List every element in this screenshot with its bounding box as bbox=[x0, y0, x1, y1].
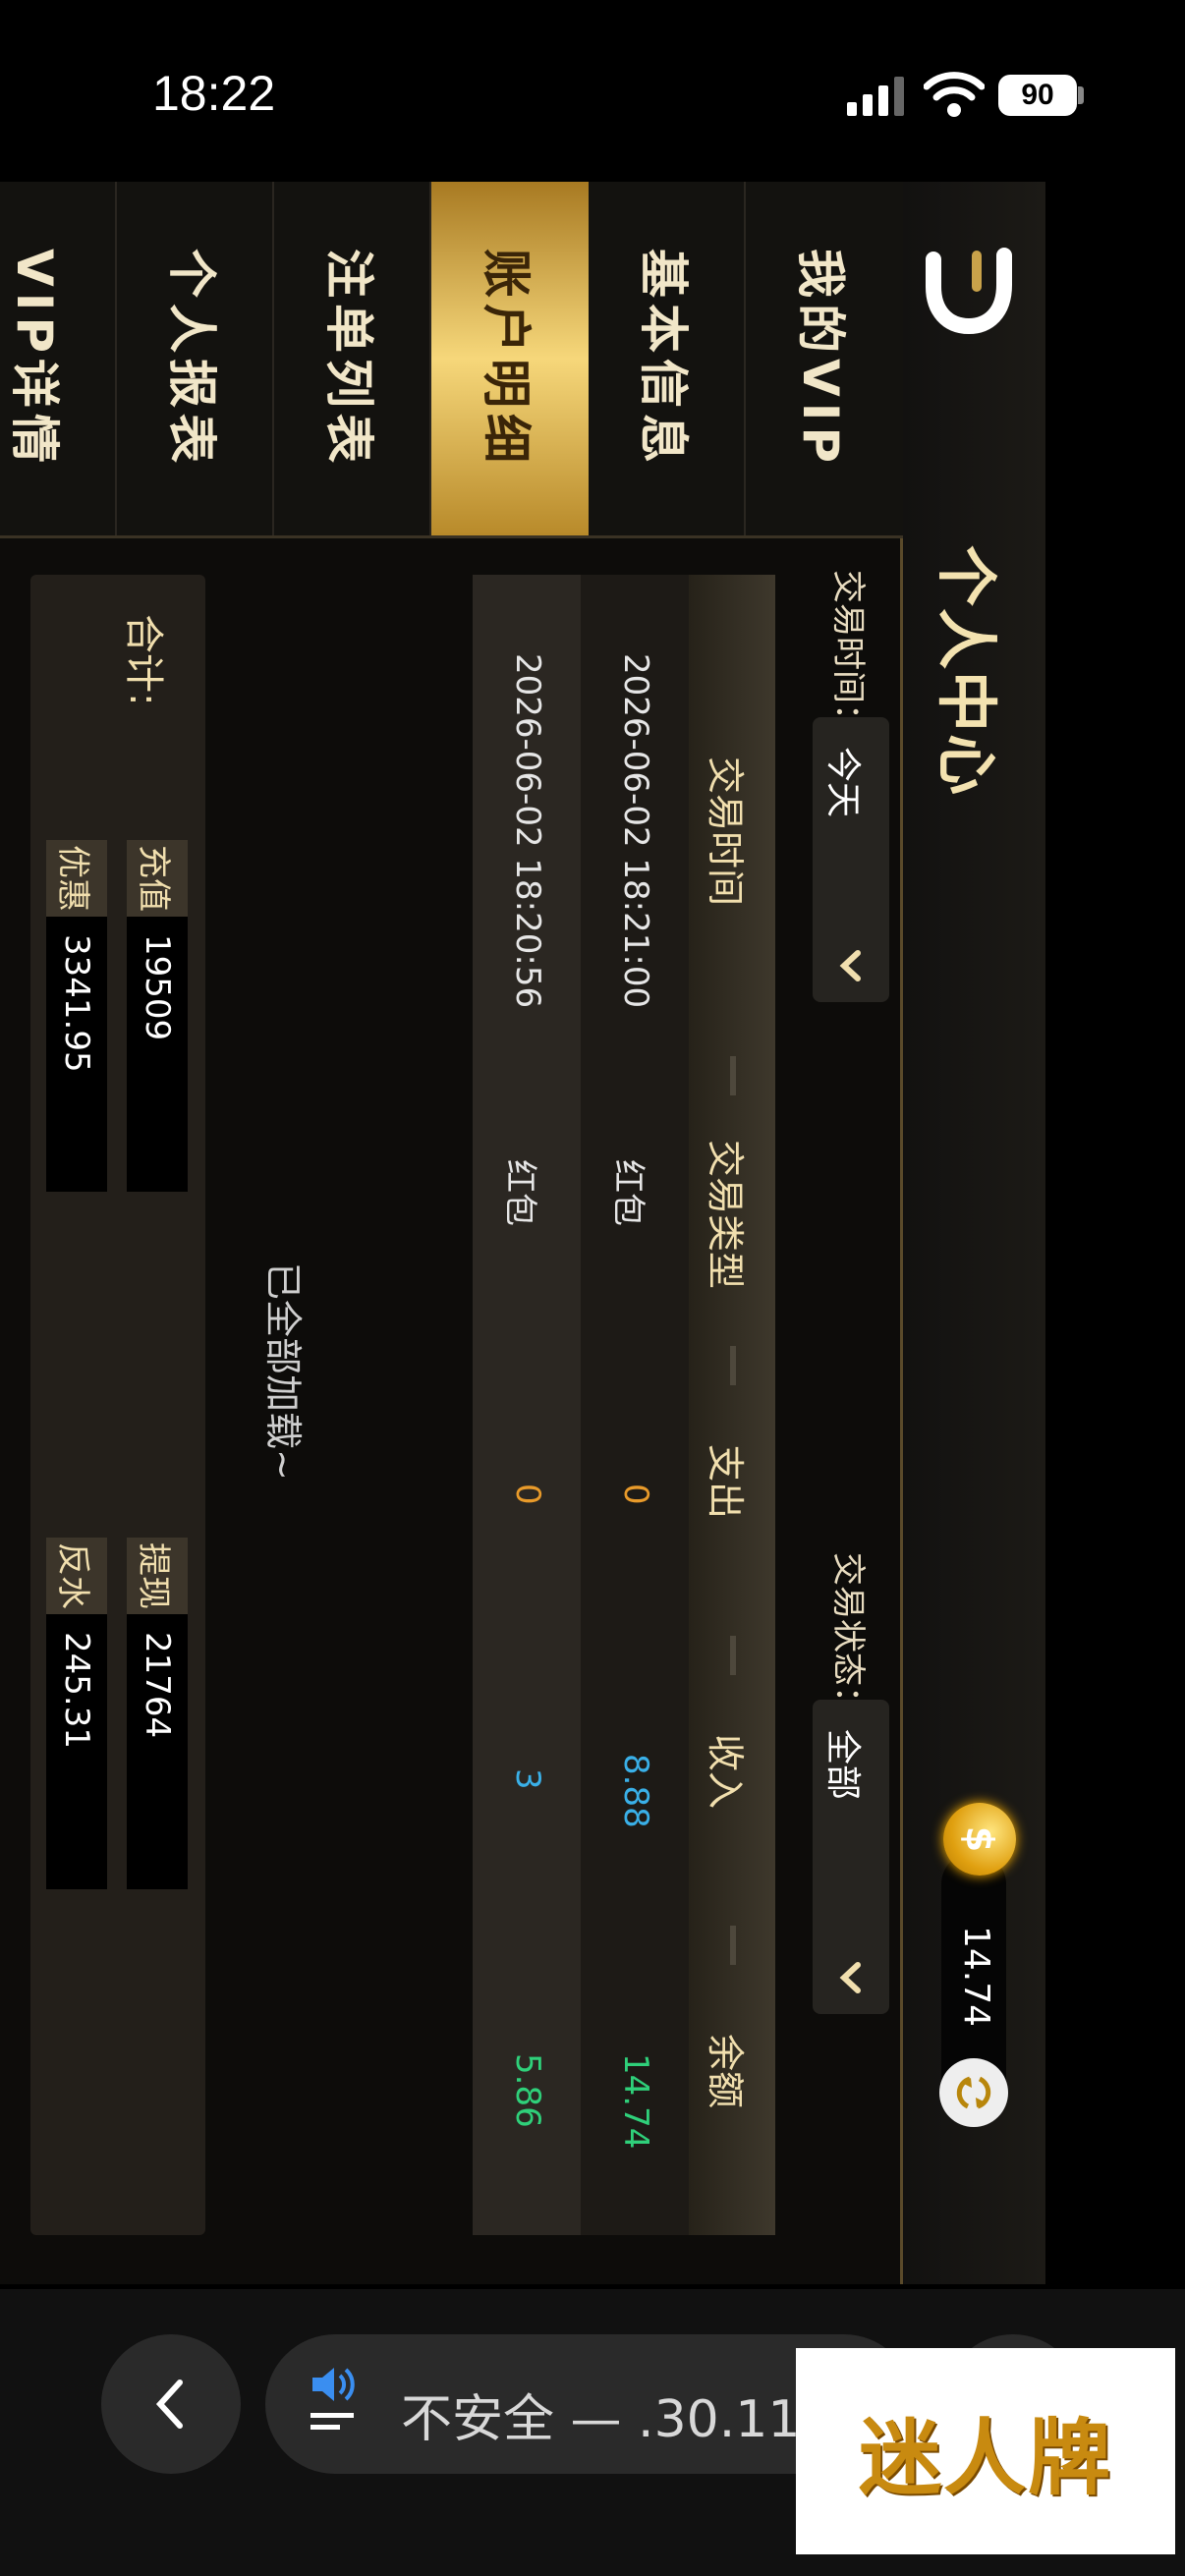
cell-income: 3 bbox=[508, 1768, 547, 1790]
table-row[interactable]: 2026-06-02 18:21:00 红包 0 8.88 14.74 bbox=[581, 575, 689, 2235]
balance-value: 14.74 bbox=[956, 1926, 996, 2028]
back-button[interactable] bbox=[101, 2334, 241, 2474]
logo-icon bbox=[926, 248, 1012, 335]
sidebar-item-bet-list[interactable]: 注单列表 bbox=[272, 182, 431, 535]
summary-value: 19509 bbox=[127, 917, 188, 1192]
sidebar: 我的VIP 基本信息 账户明细 注单列表 个人报表 VIP详情 bbox=[0, 182, 903, 538]
column-header-expense: 支出 bbox=[704, 1444, 747, 1520]
cell-time: 2026-06-02 18:20:56 bbox=[508, 653, 547, 1009]
summary-tag: 优惠 bbox=[46, 840, 107, 917]
summary-value: 3341.95 bbox=[46, 917, 107, 1192]
filter-bar: 交易时间： 今天 交易状态： 全部 bbox=[775, 535, 903, 2284]
sidebar-item-account-details[interactable]: 账户明细 bbox=[429, 182, 589, 535]
summary-label: 合计: bbox=[121, 614, 166, 706]
table-header: 交易时间 交易类型 支出 收入 余额 bbox=[686, 575, 775, 2235]
column-header-type: 交易类型 bbox=[704, 1140, 747, 1290]
status-filter-label: 交易状态： bbox=[828, 1552, 868, 1719]
sidebar-item-personal-report[interactable]: 个人报表 bbox=[115, 182, 274, 535]
cell-balance: 5.86 bbox=[508, 2053, 547, 2128]
cell-expense: 0 bbox=[616, 1484, 655, 1505]
column-separator bbox=[730, 1346, 736, 1385]
cell-type: 红包 bbox=[500, 1159, 539, 1226]
url-text: 不安全 — .30.114 bbox=[401, 2390, 833, 2449]
cellular-signal-icon bbox=[847, 77, 904, 116]
chevron-down-icon bbox=[839, 950, 861, 981]
refresh-icon bbox=[956, 2076, 991, 2109]
column-header-time: 交易时间 bbox=[704, 756, 747, 907]
time-filter-label: 交易时间： bbox=[828, 570, 868, 737]
column-separator bbox=[730, 1636, 736, 1675]
chevron-left-icon bbox=[155, 2380, 183, 2429]
summary-tag: 提现 bbox=[127, 1538, 188, 1614]
watermark: 迷人牌 bbox=[796, 2348, 1175, 2554]
sidebar-item-vip-details[interactable]: VIP详情 bbox=[0, 182, 117, 535]
cell-type: 红包 bbox=[608, 1159, 648, 1226]
summary-value: 21764 bbox=[127, 1614, 188, 1889]
coin-icon: $ bbox=[943, 1803, 1016, 1876]
battery-indicator: 90 bbox=[998, 75, 1077, 116]
cell-balance: 14.74 bbox=[616, 2053, 655, 2150]
table-row[interactable]: 2026-06-02 18:20:56 红包 0 3 5.86 bbox=[473, 575, 581, 2235]
summary-tag: 反水 bbox=[46, 1538, 107, 1614]
column-separator bbox=[730, 1926, 736, 1965]
wifi-icon bbox=[924, 72, 985, 117]
summary-panel: 合计: 充值 19509 提现 21764 优惠 3341.95 反水 245.… bbox=[30, 575, 205, 2235]
battery-tip bbox=[1078, 86, 1084, 104]
status-filter-select[interactable]: 全部 bbox=[813, 1700, 889, 2014]
page-title: 个人中心 bbox=[931, 545, 1002, 798]
summary-value: 245.31 bbox=[46, 1614, 107, 1889]
sidebar-item-basic-info[interactable]: 基本信息 bbox=[587, 182, 746, 535]
sidebar-item-my-vip[interactable]: 我的VIP bbox=[744, 182, 903, 535]
status-filter-value: 全部 bbox=[822, 1729, 863, 1801]
column-header-income: 收入 bbox=[704, 1734, 747, 1810]
refresh-button[interactable] bbox=[939, 2058, 1008, 2127]
cell-expense: 0 bbox=[508, 1484, 547, 1505]
battery-level: 90 bbox=[1021, 79, 1054, 111]
status-time: 18:22 bbox=[152, 66, 276, 121]
column-header-balance: 余额 bbox=[704, 2034, 747, 2109]
app-window: 个人中心 $ 14.74 我的VIP 基本信息 账户明细 注单列表 个人报表 V… bbox=[0, 182, 1045, 2284]
speaker-icon bbox=[310, 2368, 355, 2430]
time-filter-select[interactable]: 今天 bbox=[813, 717, 889, 1002]
transactions-table: 交易时间 交易类型 支出 收入 余额 2026-06-02 18:21:00 红… bbox=[471, 575, 775, 2235]
time-filter-value: 今天 bbox=[822, 747, 863, 818]
summary-tag: 充值 bbox=[127, 840, 188, 917]
column-separator bbox=[730, 1056, 736, 1095]
all-loaded-text: 已全部加载~ bbox=[261, 1262, 305, 1481]
watermark-text: 迷人牌 bbox=[858, 2408, 1112, 2506]
cell-income: 8.88 bbox=[616, 1754, 655, 1828]
chevron-down-icon bbox=[839, 1962, 861, 1993]
cell-time: 2026-06-02 18:21:00 bbox=[616, 653, 655, 1009]
